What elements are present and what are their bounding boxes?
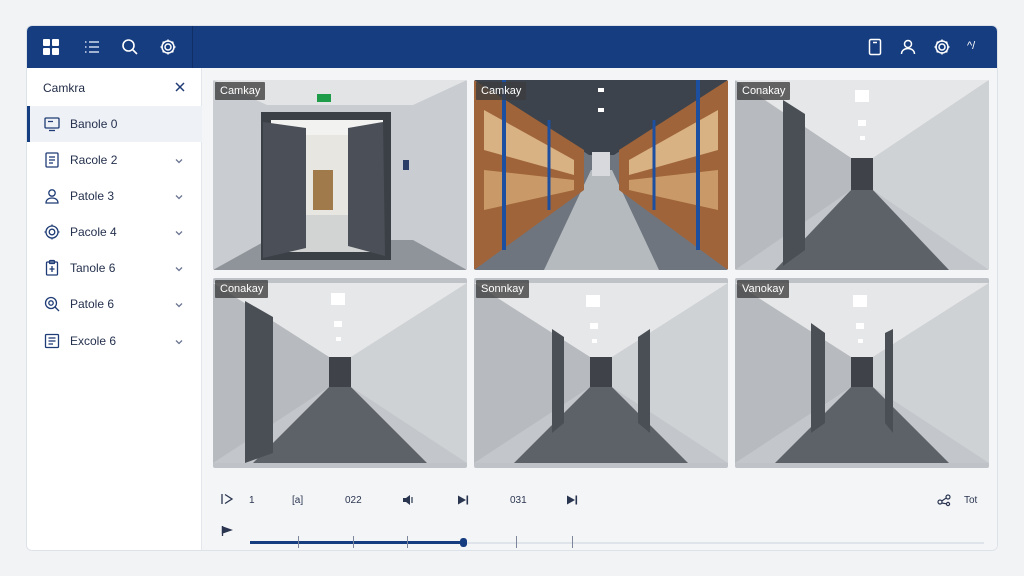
camera-feed-6[interactable]: Vanokay — [735, 278, 989, 468]
grid-icon[interactable] — [41, 37, 61, 57]
sidebar-item-label: Patole 3 — [70, 189, 115, 203]
skip-forward-icon[interactable] — [565, 493, 579, 507]
camera-label: Camkay — [215, 82, 266, 100]
chevron-down-icon[interactable] — [173, 226, 185, 238]
toolbar-status-text: ^/ — [967, 40, 976, 52]
camera-image — [213, 283, 467, 463]
chevron-down-icon[interactable] — [173, 298, 185, 310]
step-forward-icon[interactable] — [456, 493, 470, 507]
sidebar-item-label: Excole 6 — [70, 334, 117, 348]
marker-flag-icon[interactable] — [220, 524, 234, 538]
timeline-progress — [250, 541, 463, 544]
camera-image — [213, 80, 467, 270]
camera-label: Sonnkay — [476, 280, 529, 298]
sidebar-item-label: Pacole 4 — [70, 225, 117, 239]
active-indicator — [27, 106, 30, 142]
search-icon[interactable] — [120, 37, 140, 57]
camera-label: Camkay — [476, 82, 527, 100]
timeline-label-total: Tot — [964, 495, 978, 506]
timeline-tick — [353, 536, 354, 548]
toolbar-divider — [192, 26, 193, 68]
timeline-label-a: [a] — [292, 495, 304, 506]
sidebar-item-excole-6[interactable]: Excole 6 — [27, 323, 202, 359]
sidebar: Camkra Banole 0 Racole 2 Patole 3 Pacole… — [27, 68, 202, 550]
clipboard-icon — [43, 259, 61, 277]
user-icon — [43, 187, 61, 205]
sidebar-item-label: Racole 2 — [70, 153, 118, 167]
top-toolbar: ^/ — [27, 26, 997, 68]
camera-feed-1[interactable]: Camkay — [213, 80, 467, 270]
gear-icon — [43, 223, 61, 241]
chevron-down-icon[interactable] — [173, 154, 185, 166]
timeline-label-022: 022 — [345, 495, 362, 506]
sidebar-item-label: Tanole 6 — [70, 261, 116, 275]
timeline-tick — [407, 536, 408, 548]
chevron-down-icon[interactable] — [173, 335, 185, 347]
share-icon[interactable] — [937, 493, 951, 507]
document-icon — [43, 151, 61, 169]
monitor-icon — [43, 115, 61, 133]
sidebar-header: Camkra — [27, 68, 202, 106]
timeline-handle[interactable] — [460, 538, 467, 547]
timeline-tick — [516, 536, 517, 548]
play-icon[interactable] — [220, 492, 234, 506]
sidebar-item-label: Banole 0 — [70, 117, 118, 131]
camera-feed-4[interactable]: Conakay — [213, 278, 467, 468]
timeline-label-start: 1 — [249, 495, 255, 506]
gear-icon[interactable] — [932, 37, 952, 57]
timeline-tick — [298, 536, 299, 548]
camera-label: Conakay — [215, 280, 269, 298]
sidebar-item-banole-0[interactable]: Banole 0 — [27, 106, 202, 142]
sidebar-item-patole-6[interactable]: Patole 6 — [27, 286, 202, 322]
sidebar-item-racole-2[interactable]: Racole 2 — [27, 142, 202, 178]
sidebar-item-tanole-6[interactable]: Tanole 6 — [27, 250, 202, 286]
close-icon[interactable] — [173, 80, 187, 94]
playback-timeline: 1 [a] 022 031 Tot — [202, 468, 997, 550]
search-icon — [43, 295, 61, 313]
chevron-down-icon[interactable] — [173, 190, 185, 202]
camera-image — [735, 80, 989, 270]
chevron-down-icon[interactable] — [173, 262, 185, 274]
tablet-icon[interactable] — [865, 37, 885, 57]
camera-grid-area: Camkay Camkay Conakay Conakay Sonnkay Va… — [202, 68, 997, 550]
timeline-label-031: 031 — [510, 495, 527, 506]
list-document-icon — [43, 332, 61, 350]
gear-icon[interactable] — [158, 37, 178, 57]
camera-image — [474, 80, 728, 270]
volume-icon[interactable] — [401, 493, 415, 507]
app-window: ^/ Camkra Banole 0 Racole 2 Patole 3 Pac… — [26, 25, 998, 551]
camera-feed-5[interactable]: Sonnkay — [474, 278, 728, 468]
camera-feed-2[interactable]: Camkay — [474, 80, 728, 270]
camera-label: Conakay — [737, 82, 791, 100]
timeline-tick — [572, 536, 573, 548]
camera-image — [735, 283, 989, 463]
sidebar-item-label: Patole 6 — [70, 297, 115, 311]
user-icon[interactable] — [898, 37, 918, 57]
sidebar-item-pacole-4[interactable]: Pacole 4 — [27, 214, 202, 250]
list-icon[interactable] — [82, 37, 102, 57]
camera-label: Vanokay — [737, 280, 789, 298]
sidebar-item-patole-3[interactable]: Patole 3 — [27, 178, 202, 214]
sidebar-title: Camkra — [43, 81, 86, 95]
camera-feed-3[interactable]: Conakay — [735, 80, 989, 270]
camera-image — [474, 283, 728, 463]
